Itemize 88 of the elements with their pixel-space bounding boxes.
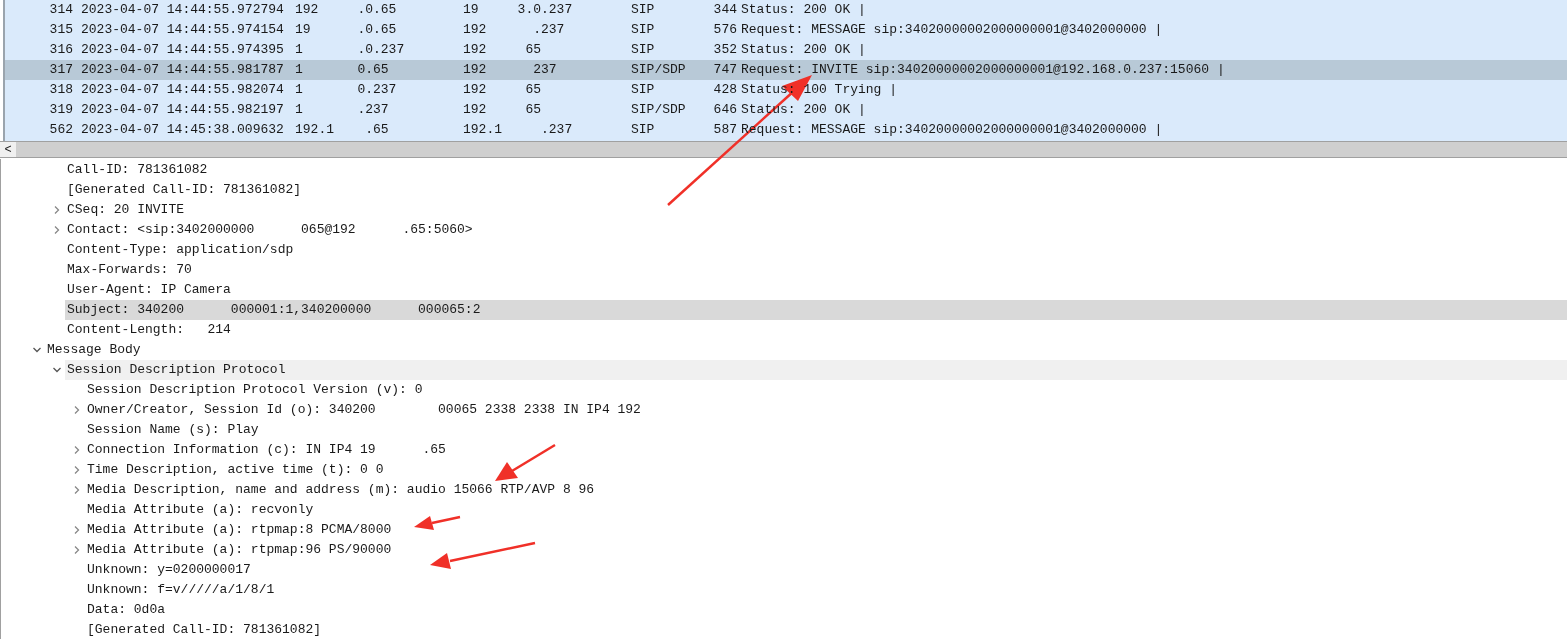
packet-row[interactable]: 317 2023-04-07 14:44:55.981787 1 0.65 192 237 SIP/SDP 747 Request: INVITE sip:34020000002000000001@192.168.0.237:15060 | xyxy=(5,60,1567,80)
tree-item[interactable]: User-Agent: IP Camera xyxy=(65,280,1567,300)
annotation-arrow xyxy=(414,515,461,530)
table-cell-text: 576 xyxy=(712,21,737,40)
chevron-down-icon[interactable] xyxy=(52,365,62,375)
packet-row[interactable]: 315 2023-04-07 14:44:55.974154 19 .0.65 192 .237 SIP 576 Request: MESSAGE sip:34020000002000000001@3402000000 | xyxy=(5,20,1567,40)
tree-item[interactable]: Media Description, name and address (m): audio 15066 RTP/AVP 8 96 xyxy=(85,480,1567,500)
tree-item[interactable]: Content-Type: application/sdp xyxy=(65,240,1567,260)
packet-row[interactable]: 316 2023-04-07 14:44:55.974395 1 .0.237 192 65 SIP 352 Status: 200 OK | xyxy=(5,40,1567,60)
table-cell-text: 2023-04-07 14:44:55.974154 xyxy=(80,21,285,40)
table-cell-text: Request: INVITE sip:34020000002000000001@192.168.0.237:15060 | xyxy=(740,61,1225,80)
chevron-right-icon[interactable] xyxy=(72,525,82,535)
chevron-right-icon[interactable] xyxy=(72,445,82,455)
table-cell-text: 428 xyxy=(712,81,737,100)
table-cell-text: 747 xyxy=(712,61,737,80)
table-cell-text: 192 65 xyxy=(463,41,542,60)
table-cell-text: SIP xyxy=(631,1,656,20)
table-cell-text: 2023-04-07 14:44:55.972794 xyxy=(80,1,285,20)
table-cell-text: 1 0.65 xyxy=(295,61,390,80)
table-cell-text: SIP xyxy=(631,21,656,40)
tree-item[interactable]: Media Attribute (a): recvonly xyxy=(85,500,1567,520)
tree-item[interactable]: Unknown: f=v/////a/1/8/1 xyxy=(85,580,1567,600)
table-cell-text: 192.1 .237 xyxy=(463,121,574,140)
chevron-right-icon[interactable] xyxy=(72,545,82,555)
tree-item[interactable]: [Generated Call-ID: 781361082] xyxy=(65,180,1567,200)
table-cell-text: 192 65 xyxy=(463,81,542,100)
packet-row[interactable]: 314 2023-04-07 14:44:55.972794 192 .0.65 19 3.0.237 SIP 344 Status: 200 OK | xyxy=(5,0,1567,20)
tree-item[interactable]: Media Attribute (a): rtpmap:8 PCMA/8000 xyxy=(85,520,1567,540)
table-cell-text: 319 xyxy=(48,101,73,120)
table-cell-text: SIP/SDP xyxy=(631,101,687,120)
tree-item[interactable]: [Generated Call-ID: 781361082] xyxy=(85,620,1567,639)
table-cell-text: 646 xyxy=(712,101,737,120)
tree-item[interactable]: Time Description, active time (t): 0 0 xyxy=(85,460,1567,480)
table-cell-text: 315 xyxy=(48,21,73,40)
tree-item[interactable]: Subject: 340200 000001:1,340200000 000065:2 xyxy=(65,300,1567,320)
table-cell-text: 192 237 xyxy=(463,61,558,80)
table-cell-text: 192 .237 xyxy=(463,21,566,40)
tree-item[interactable]: Unknown: y=0200000017 xyxy=(85,560,1567,580)
chevron-right-icon[interactable] xyxy=(72,465,82,475)
chevron-right-icon[interactable] xyxy=(52,205,62,215)
tree-item[interactable]: Session Description Protocol Version (v): 0 xyxy=(85,380,1567,400)
table-cell-text: 318 xyxy=(48,81,73,100)
tree-item[interactable]: Data: 0d0a xyxy=(85,600,1567,620)
table-cell-text: SIP/SDP xyxy=(631,61,687,80)
annotation-arrow xyxy=(495,443,556,481)
table-cell-text: 2023-04-07 14:44:55.974395 xyxy=(80,41,285,60)
table-cell-text: 1 .0.237 xyxy=(295,41,406,60)
chevron-down-icon[interactable] xyxy=(32,345,42,355)
table-cell-text: 2023-04-07 14:44:55.981787 xyxy=(80,61,285,80)
table-cell-text: 192.1 .65 xyxy=(295,121,390,140)
horizontal-scrollbar[interactable]: < xyxy=(0,141,1567,158)
tree-item[interactable]: Message Body xyxy=(45,340,1567,360)
table-cell-text: 352 xyxy=(712,41,737,60)
table-cell-text: SIP xyxy=(631,81,656,100)
tree-item[interactable]: CSeq: 20 INVITE xyxy=(65,200,1567,220)
tree-item[interactable]: Owner/Creator, Session Id (o): 340200 00065 2338 2338 IN IP4 192 xyxy=(85,400,1567,420)
table-cell-text: 562 xyxy=(48,121,73,140)
scroll-left-button[interactable]: < xyxy=(0,142,16,157)
tree-item[interactable]: Session Name (s): Play xyxy=(85,420,1567,440)
table-cell-text: 316 xyxy=(48,41,73,60)
table-cell-text: 317 xyxy=(48,61,73,80)
table-cell-text: 19 .0.65 xyxy=(295,21,398,40)
table-cell-text: SIP xyxy=(631,121,656,140)
chevron-right-icon[interactable] xyxy=(52,225,62,235)
table-cell-text: 2023-04-07 14:44:55.982074 xyxy=(80,81,285,100)
tree-item[interactable]: Media Attribute (a): rtpmap:96 PS/90000 xyxy=(85,540,1567,560)
table-cell-text: SIP xyxy=(631,41,656,60)
tree-item[interactable]: Max-Forwards: 70 xyxy=(65,260,1567,280)
table-cell-text: 1 0.237 xyxy=(295,81,398,100)
tree-item[interactable]: Session Description Protocol xyxy=(65,360,1567,380)
table-cell-text: 587 xyxy=(712,121,737,140)
chevron-right-icon[interactable] xyxy=(72,405,82,415)
table-cell-text: 344 xyxy=(712,1,737,20)
table-cell-text: Request: MESSAGE sip:34020000002000000001@3402000000 | xyxy=(740,21,1163,40)
chevron-right-icon[interactable] xyxy=(72,485,82,495)
table-cell-text: 2023-04-07 14:45:38.009632 xyxy=(80,121,285,140)
table-cell-text: 314 xyxy=(48,1,73,20)
table-cell-text: 192 65 xyxy=(463,101,542,120)
table-cell-text: Status: 200 OK | xyxy=(740,41,866,60)
table-cell-text: 192 .0.65 xyxy=(295,1,398,20)
tree-item[interactable]: Contact: <sip:3402000000 065@192 .65:5060> xyxy=(65,220,1567,240)
table-cell-text: 2023-04-07 14:44:55.982197 xyxy=(80,101,285,120)
table-cell-text: 19 3.0.237 xyxy=(463,1,574,20)
tree-item[interactable]: Content-Length: 214 xyxy=(65,320,1567,340)
tree-item[interactable]: Connection Information (c): IN IP4 19 .65 xyxy=(85,440,1567,460)
table-cell-text: Status: 200 OK | xyxy=(740,1,866,20)
table-cell-text: 1 .237 xyxy=(295,101,390,120)
tree-item[interactable]: Call-ID: 781361082 xyxy=(65,160,1567,180)
